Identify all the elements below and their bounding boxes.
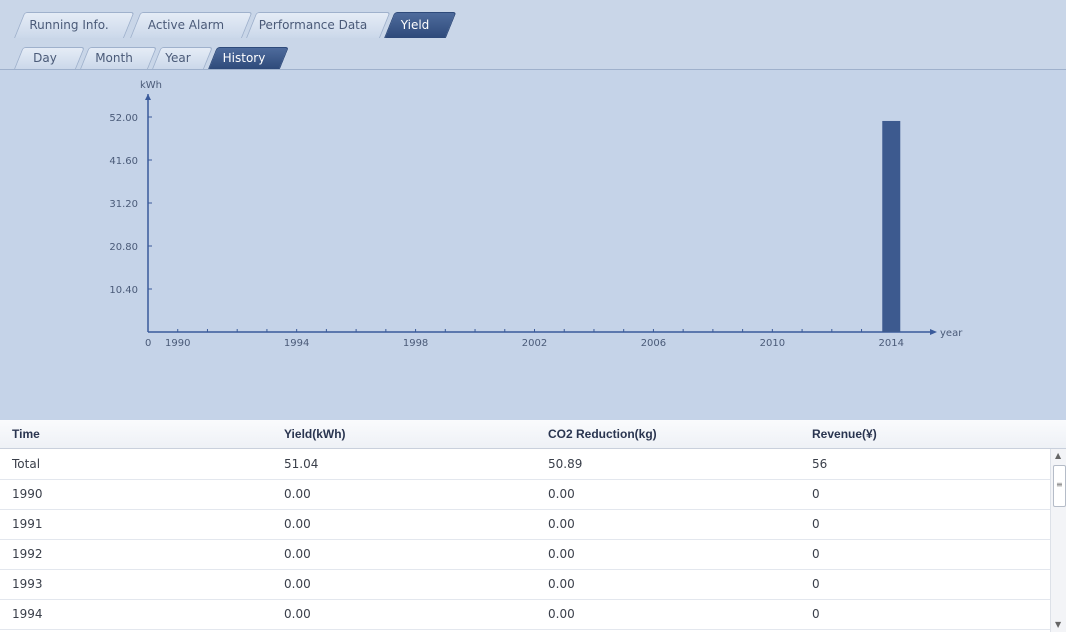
cell-yield: 0.00 [284, 577, 311, 591]
x-tick-label: 2002 [522, 338, 547, 349]
origin-label: 0 [145, 338, 151, 349]
tab-year[interactable]: Year [152, 47, 213, 69]
x-tick-label: 2014 [879, 338, 904, 349]
column-header-time[interactable]: Time [12, 420, 40, 448]
cell-time: 1991 [12, 517, 43, 531]
cell-revenue: 0 [812, 517, 820, 531]
column-header-yield[interactable]: Yield(kWh) [284, 420, 346, 448]
primary-tab-bar: Running Info. Active Alarm Performance D… [0, 0, 1066, 39]
table-row[interactable]: 1993 0.00 0.00 0 [0, 569, 1050, 600]
cell-co2-reduction: 0.00 [548, 607, 575, 621]
table-header: Time Yield(kWh) CO2 Reduction(kg) Revenue(¥… [0, 420, 1066, 449]
scroll-down-arrow-icon[interactable]: ▼ [1055, 620, 1061, 630]
y-tick-label: 20.80 [109, 242, 138, 253]
cell-time: 1992 [12, 547, 43, 561]
secondary-tab-bar: Day Month Year History [0, 38, 1066, 70]
cell-time: 1990 [12, 487, 43, 501]
y-tick-label: 31.20 [109, 199, 138, 210]
tab-day[interactable]: Day [14, 47, 85, 69]
column-header-co2-reduction[interactable]: CO2 Reduction(kg) [548, 420, 657, 448]
x-tick-label: 1994 [284, 338, 309, 349]
tab-performance-data[interactable]: Performance Data [246, 12, 391, 38]
cell-yield: 51.04 [284, 457, 319, 471]
x-tick-label: 1990 [165, 338, 190, 349]
x-axis-arrow-icon [930, 329, 937, 335]
cell-co2-reduction: 0.00 [548, 547, 575, 561]
table-row[interactable]: 1990 0.00 0.00 0 [0, 479, 1050, 510]
yield-chart-panel: kWh year 10.40 20.80 31.20 41.60 52.00 0 1990 199… [0, 70, 1066, 420]
yield-history-view: Running Info. Active Alarm Performance D… [0, 0, 1066, 632]
table-scrollbar[interactable]: ▲ ≡ ▼ [1050, 449, 1066, 632]
table-row[interactable]: 1994 0.00 0.00 0 [0, 599, 1050, 630]
cell-yield: 0.00 [284, 607, 311, 621]
cell-yield: 0.00 [284, 547, 311, 561]
x-tick-label: 2006 [641, 338, 666, 349]
grip-icon: ≡ [1056, 480, 1063, 489]
y-tick-label: 10.40 [109, 285, 138, 296]
table-body: Total 51.04 50.89 56 1990 0.00 0.00 0 1991 0.00 0.… [0, 449, 1050, 632]
cell-yield: 0.00 [284, 487, 311, 501]
cell-revenue: 0 [812, 607, 820, 621]
column-header-revenue[interactable]: Revenue(¥) [812, 420, 877, 448]
y-tick-label: 41.60 [109, 156, 138, 167]
cell-revenue: 0 [812, 577, 820, 591]
tab-active-alarm[interactable]: Active Alarm [130, 12, 253, 38]
x-tick-label: 2010 [760, 338, 785, 349]
y-axis-label: kWh [140, 80, 162, 91]
cell-co2-reduction: 0.00 [548, 577, 575, 591]
cell-revenue: 0 [812, 487, 820, 501]
cell-revenue: 0 [812, 547, 820, 561]
yield-table: Time Yield(kWh) CO2 Reduction(kg) Revenue(¥… [0, 420, 1066, 632]
cell-yield: 0.00 [284, 517, 311, 531]
yield-history-chart: kWh year 10.40 20.80 31.20 41.60 52.00 0 1990 199… [109, 80, 963, 349]
tab-month[interactable]: Month [80, 47, 157, 69]
scroll-up-arrow-icon[interactable]: ▲ [1055, 451, 1061, 461]
cell-co2-reduction: 0.00 [548, 487, 575, 501]
cell-revenue: 56 [812, 457, 828, 471]
cell-time: 1993 [12, 577, 43, 591]
tab-running-info[interactable]: Running Info. [14, 12, 135, 38]
x-tick-label: 1998 [403, 338, 428, 349]
y-tick-label: 52.00 [109, 113, 138, 124]
scrollbar-thumb[interactable]: ≡ [1053, 465, 1066, 507]
cell-co2-reduction: 50.89 [548, 457, 583, 471]
y-axis-arrow-icon [145, 94, 151, 100]
table-row[interactable]: 1991 0.00 0.00 0 [0, 509, 1050, 540]
cell-time: 1994 [12, 607, 43, 621]
cell-co2-reduction: 0.00 [548, 517, 575, 531]
x-axis-label: year [940, 328, 963, 339]
table-row[interactable]: 1992 0.00 0.00 0 [0, 539, 1050, 570]
cell-time: Total [12, 457, 41, 471]
table-row[interactable]: Total 51.04 50.89 56 [0, 449, 1050, 480]
tab-yield[interactable]: Yield [384, 12, 457, 38]
bar-2014 [882, 120, 901, 332]
tab-history[interactable]: History [208, 47, 289, 69]
